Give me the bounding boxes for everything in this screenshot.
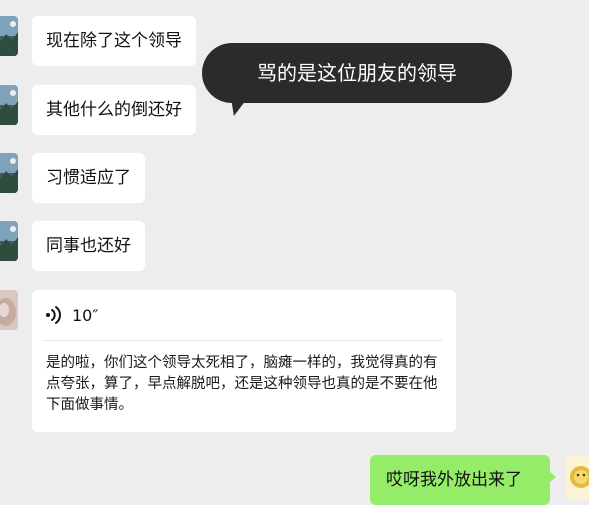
avatar-landscape-icon: [0, 153, 18, 193]
incoming-message-bubble[interactable]: 习惯适应了: [32, 153, 145, 203]
contact-avatar[interactable]: [0, 221, 18, 261]
contact-avatar[interactable]: [0, 153, 18, 193]
outgoing-bubble-arrow: [549, 471, 556, 483]
avatar-landscape-icon: [0, 221, 18, 261]
voice-wave-icon: [46, 306, 61, 324]
outgoing-message-bubble[interactable]: 哎呀我外放出来了: [370, 455, 550, 505]
message-text: 其他什么的倒还好: [46, 100, 182, 120]
avatar-landscape-icon: [0, 16, 18, 56]
incoming-message-bubble[interactable]: 现在除了这个领导: [32, 16, 196, 66]
incoming-message-bubble[interactable]: 同事也还好: [32, 221, 145, 271]
voice-transcript: 是的啦，你们这个领导太死相了，脑瘫一样的，我觉得真的有点夸张，算了，早点解脱吧，…: [46, 355, 438, 413]
avatar-photo-icon: [0, 290, 18, 330]
message-text: 现在除了这个领导: [46, 31, 182, 51]
message-text: 哎呀我外放出来了: [386, 470, 522, 490]
voice-message-bubble[interactable]: 10″ 是的啦，你们这个领导太死相了，脑瘫一样的，我觉得真的有点夸张，算了，早点…: [32, 290, 456, 432]
contact-avatar[interactable]: [0, 16, 18, 56]
my-avatar[interactable]: [566, 455, 589, 500]
message-text: 同事也还好: [46, 236, 131, 256]
incoming-message-bubble[interactable]: 其他什么的倒还好: [32, 85, 196, 135]
voice-play-row[interactable]: 10″: [44, 300, 98, 330]
overlay-text: 骂的是这位朋友的领导: [257, 61, 457, 85]
avatar-landscape-icon: [0, 85, 18, 125]
avatar-cartoon-icon: [566, 455, 589, 500]
message-text: 习惯适应了: [46, 168, 131, 188]
contact-avatar[interactable]: [0, 85, 18, 125]
annotation-overlay-bubble: 骂的是这位朋友的领导: [202, 43, 512, 103]
voice-duration: 10″: [72, 305, 99, 325]
voice-sender-avatar[interactable]: [0, 290, 18, 330]
transcript-divider: [44, 340, 442, 341]
